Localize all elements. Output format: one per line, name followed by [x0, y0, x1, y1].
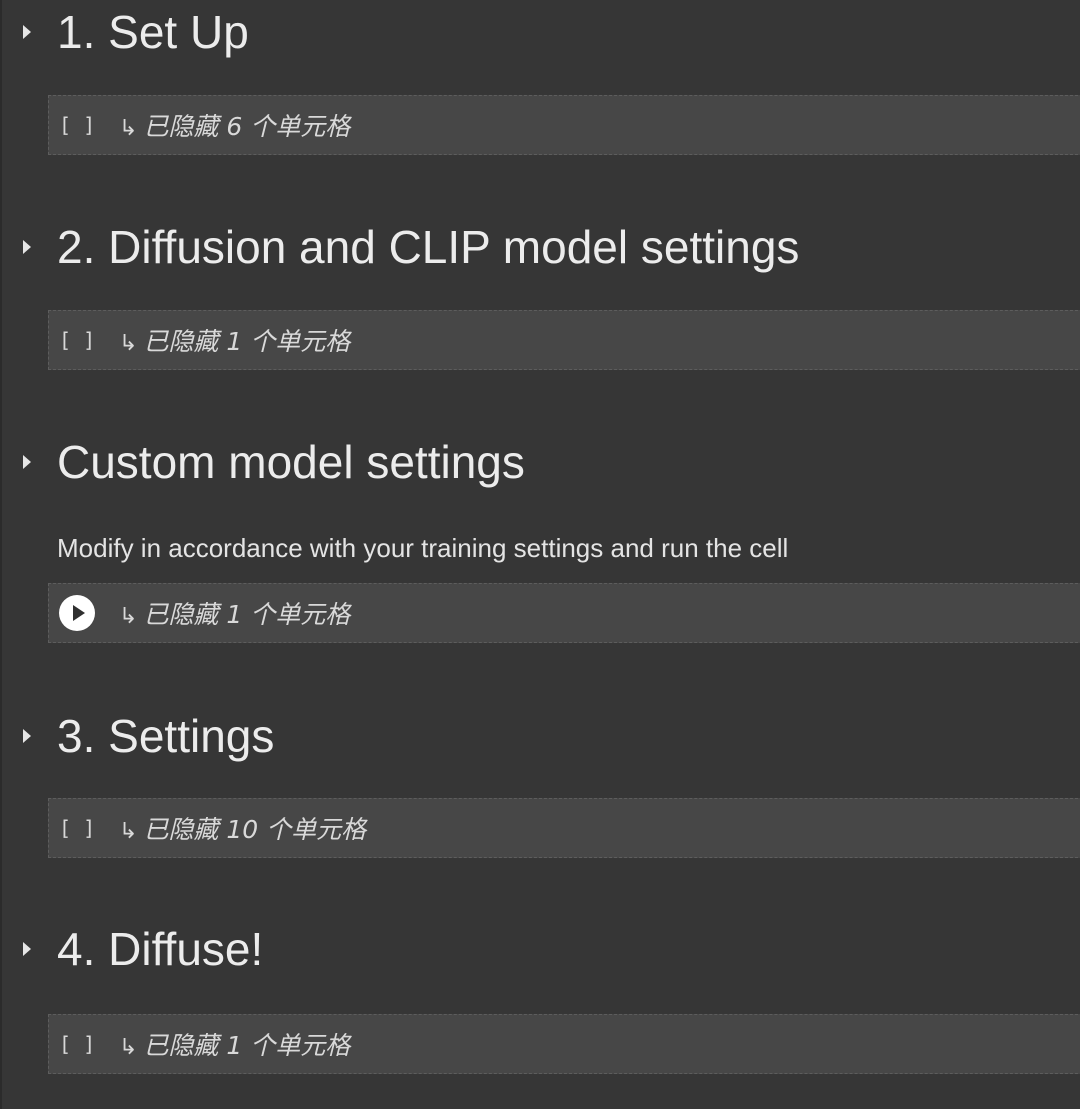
section-header[interactable]: 3. Settings — [2, 706, 1080, 766]
section-header[interactable]: 4. Diffuse! — [2, 919, 1080, 979]
section-title: 2. Diffusion and CLIP model settings — [57, 221, 800, 273]
arrow-return-icon: ↳ — [119, 819, 138, 844]
hidden-cells-label: ↳ 已隐藏 1 个单元格 — [119, 322, 350, 358]
section-header[interactable]: 2. Diffusion and CLIP model settings — [2, 217, 1080, 277]
hidden-cells-collapsed[interactable]: [ ] ↳ 已隐藏 10 个单元格 — [48, 798, 1080, 858]
hidden-cells-collapsed[interactable]: [ ] ↳ 已隐藏 1 个单元格 — [48, 310, 1080, 370]
section-title: 3. Settings — [57, 710, 275, 762]
play-icon — [73, 605, 85, 621]
hidden-cells-count: 已隐藏 1 个单元格 — [143, 600, 351, 629]
hidden-cells-count: 已隐藏 1 个单元格 — [143, 327, 351, 356]
hidden-cells-label: ↳ 已隐藏 1 个单元格 — [119, 1026, 350, 1062]
caret-right-icon[interactable] — [23, 729, 31, 743]
arrow-return-icon: ↳ — [119, 331, 138, 356]
arrow-return-icon: ↳ — [119, 1035, 138, 1060]
arrow-return-icon: ↳ — [119, 116, 138, 141]
section-title: Custom model settings — [57, 436, 525, 488]
hidden-cells-label: ↳ 已隐藏 1 个单元格 — [119, 595, 350, 631]
caret-right-icon[interactable] — [23, 240, 31, 254]
hidden-cells-count: 已隐藏 10 个单元格 — [143, 815, 367, 844]
hidden-cells-collapsed[interactable]: [ ] ↳ 已隐藏 6 个单元格 — [48, 95, 1080, 155]
hidden-cells-count: 已隐藏 6 个单元格 — [143, 112, 351, 141]
run-cell-button[interactable] — [59, 595, 95, 631]
caret-right-icon[interactable] — [23, 455, 31, 469]
hidden-cells-count: 已隐藏 1 个单元格 — [143, 1031, 351, 1060]
section-header[interactable]: Custom model settings — [2, 432, 1080, 492]
cell-execution-bracket: [ ] — [59, 113, 96, 137]
arrow-return-icon: ↳ — [119, 604, 138, 629]
hidden-cells-label: ↳ 已隐藏 6 个单元格 — [119, 107, 350, 143]
caret-right-icon[interactable] — [23, 942, 31, 956]
section-description: Modify in accordance with your training … — [57, 533, 789, 563]
notebook: 1. Set Up [ ] ↳ 已隐藏 6 个单元格 2. Diffusion a… — [0, 0, 1080, 1109]
cell-execution-bracket: [ ] — [59, 1032, 96, 1056]
hidden-cells-collapsed[interactable]: ↳ 已隐藏 1 个单元格 — [48, 583, 1080, 643]
section-title: 1. Set Up — [57, 6, 249, 58]
hidden-cells-collapsed[interactable]: [ ] ↳ 已隐藏 1 个单元格 — [48, 1014, 1080, 1074]
cell-execution-bracket: [ ] — [59, 816, 96, 840]
section-title: 4. Diffuse! — [57, 923, 264, 975]
caret-right-icon[interactable] — [23, 25, 31, 39]
cell-execution-bracket: [ ] — [59, 328, 96, 352]
hidden-cells-label: ↳ 已隐藏 10 个单元格 — [119, 810, 366, 846]
section-header[interactable]: 1. Set Up — [2, 2, 1080, 62]
